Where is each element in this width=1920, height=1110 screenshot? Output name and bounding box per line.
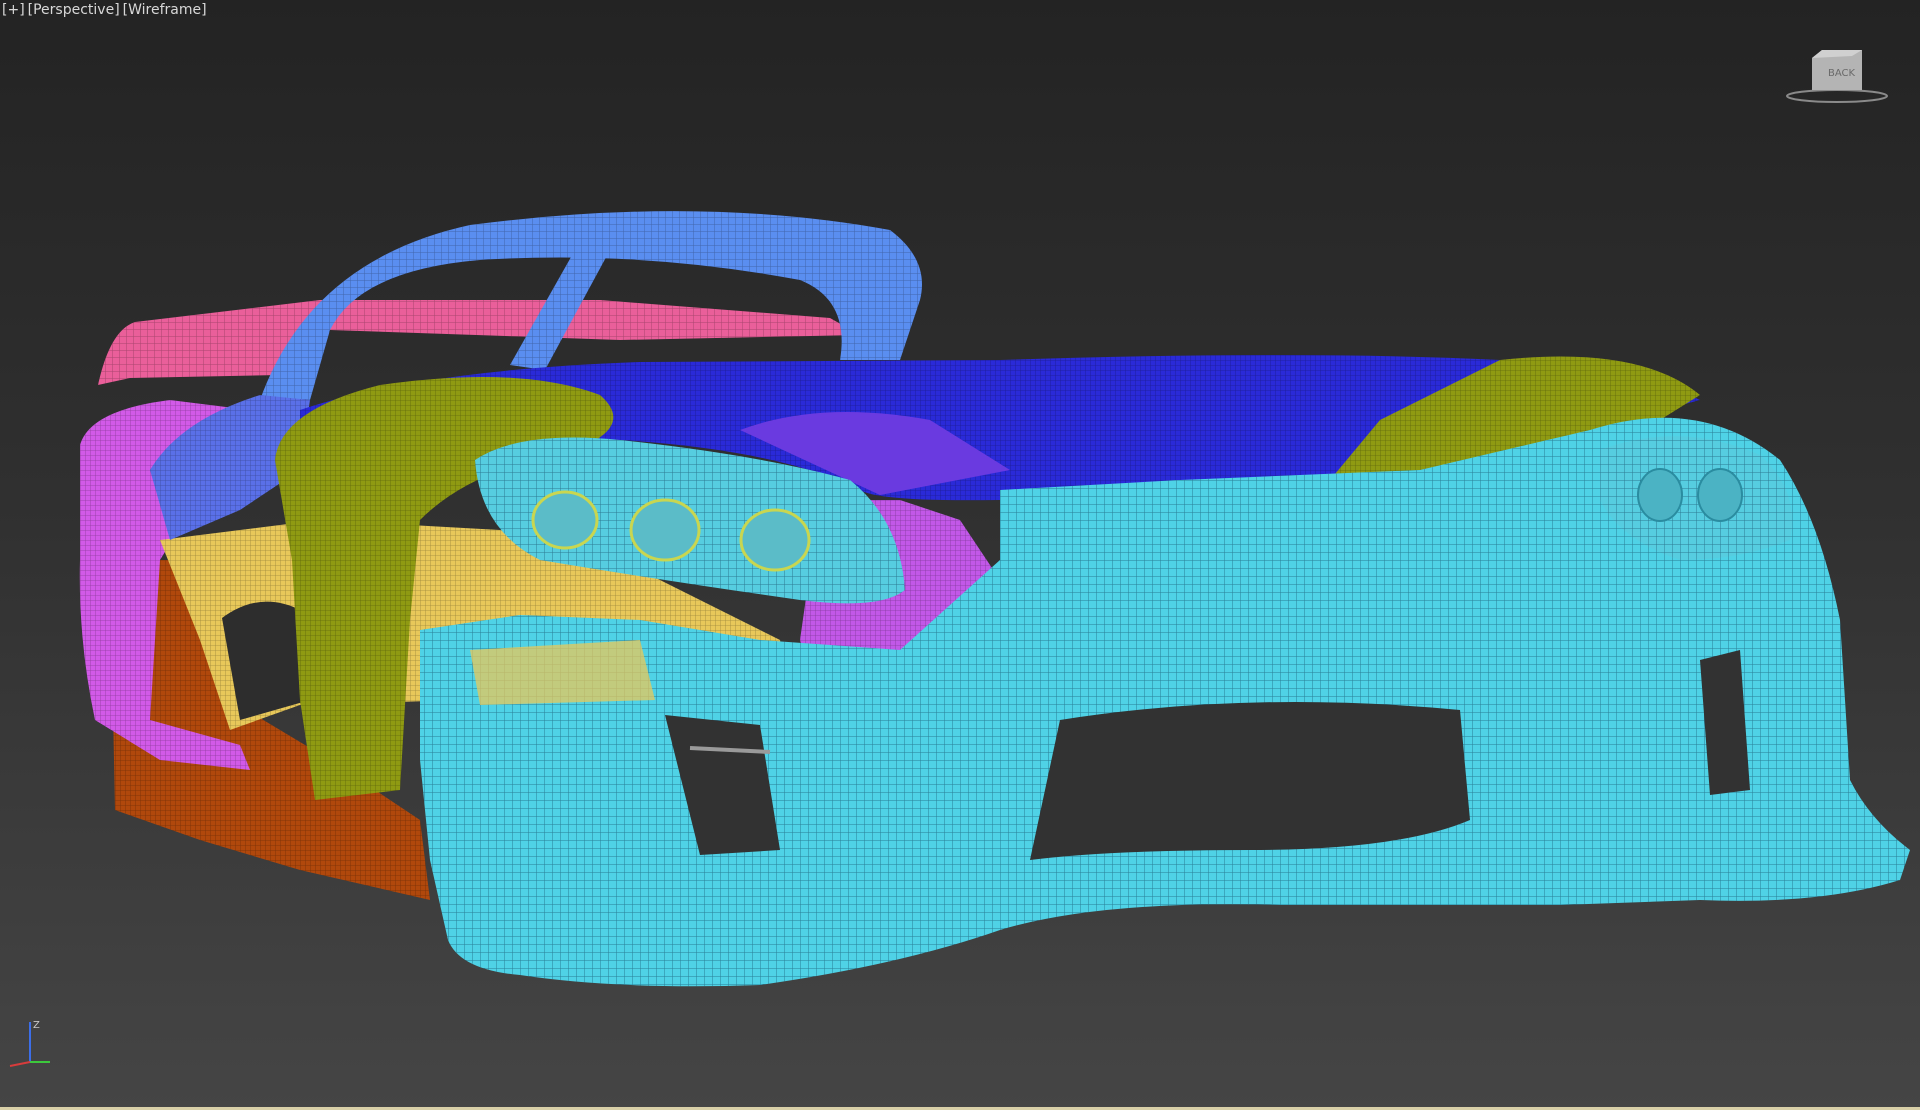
viewcube-compass-ring[interactable] [1786, 89, 1888, 103]
perspective-viewport[interactable]: [+] [Perspective] [Wireframe] BACK Z [0, 0, 1920, 1110]
view-type-button[interactable]: [Perspective] [28, 2, 120, 18]
wireframe-car-model[interactable] [0, 0, 1920, 1110]
viewport-label: [+] [Perspective] [Wireframe] [2, 2, 207, 18]
viewcube-face-label: BACK [1828, 68, 1856, 79]
shading-mode-button[interactable]: [Wireframe] [123, 2, 207, 18]
front-bumper-part [420, 417, 1910, 987]
axis-tripod: Z [9, 1020, 50, 1067]
z-axis-label: Z [33, 1020, 40, 1031]
viewcube-widget[interactable]: BACK [1780, 44, 1890, 110]
viewport-menu-button[interactable]: [+] [2, 2, 25, 18]
x-axis-line [9, 1061, 31, 1067]
